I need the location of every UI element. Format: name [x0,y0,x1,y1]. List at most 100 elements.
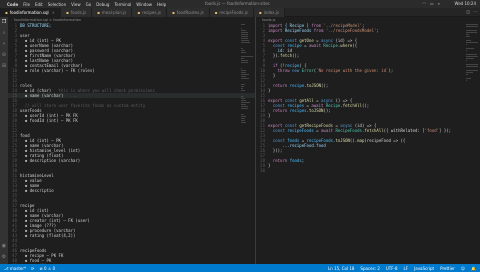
encoding[interactable]: UTF-8 [386,266,398,271]
tab-label: meal-plan.js [101,10,127,15]
wifi-icon[interactable]: ◠ [422,1,426,6]
editor-pane-left[interactable]: foodinformation.sql > foodinformation 1D… [8,17,256,264]
tab-recipes-js[interactable]: ▪ recipes.js [132,8,167,17]
code-token: } [268,113,271,118]
minimap[interactable] [241,23,255,263]
window-title: foods.js — foodinformation-sites [205,1,270,6]
code-token: await [321,128,336,133]
editor-pane-right[interactable]: foods.js 1 import { Recipe } from '../rec… [256,17,480,264]
minimap-line [466,34,469,35]
code-token: return [268,158,290,163]
minimap-line [241,108,248,109]
menu-go[interactable]: Go [86,2,92,7]
code-area[interactable]: 1 DB STRUCTURE; 2 3 user 4 ◆ id (int) — PK 5 ◆… [8,23,255,264]
code-token: where [340,43,353,48]
menu-selection[interactable]: Selection [48,2,66,7]
minimap-line [241,102,250,103]
code-token: RecipeFoods [284,28,312,33]
editor-tabbar: ▪ foodinformation.sql × ▪ foods.js ▪ mea… [0,8,480,17]
tab-meal-plan-js[interactable]: ▪ meal-plan.js [92,8,133,17]
code-token: return [268,108,290,113]
tab-foods-js[interactable]: ▪ foods.js [61,8,93,17]
activity-bar: ❐ ⌕ ⑂ ⊘ ⊞ ◉ ⚙ [0,17,8,264]
menu-terminal[interactable]: Terminal [114,2,131,7]
code-area[interactable]: 1 import { Recipe } from '../recipeModel'… [256,23,480,173]
menubar-clock[interactable]: Wed 10:24 [454,1,476,6]
line-ending[interactable]: LF [404,266,409,271]
code-token: } [268,88,271,93]
code-token: '../recipeFoodsModel' [325,28,377,33]
line-text: ◆ role (varchar) — FK (roles) [20,68,95,73]
git-branch[interactable]: ⎇ master* [4,266,26,271]
code-token: }). [268,53,281,58]
code-token: toJSON [308,108,324,113]
menu-help[interactable]: Help [157,2,166,7]
minimap-line [466,70,478,71]
js-file-icon: ▪ [258,10,262,15]
settings-icon[interactable]: ⚙ [2,255,6,260]
inline-comment: ... [63,93,78,98]
menu-debug[interactable]: Debug [96,2,109,7]
line-text: ◆ rating (float(4,2)) [20,233,76,238]
files-icon[interactable]: ❐ [2,20,6,25]
code-token: `No recipe with the given: id` [316,68,389,73]
more-actions-icon[interactable]: ⋯ [473,9,477,14]
problems-indicator[interactable]: ⊗ 0 ⚠ 0 [39,266,55,271]
minimap-line [241,116,247,117]
code-token: (); [323,108,331,113]
code-token: (); [361,103,370,108]
minimap-line [241,100,247,101]
code-line[interactable]: 30 [256,168,480,173]
code-token: } [268,163,271,168]
tab-recipefoods-js[interactable]: ▪ recipeFoods.js [209,8,254,17]
minimap-line [241,30,247,31]
tab-foodroutes-js[interactable]: ▪ foodRoutes.js [166,8,210,17]
tab-index-js[interactable]: ▪ index.js [253,8,286,17]
menu-view[interactable]: View [71,2,81,7]
search-icon[interactable]: ⌕ [3,31,6,36]
code-token: recipeFoods [287,128,314,133]
notifications-icon[interactable]: 🔔 [471,266,476,271]
minimap-line [241,40,249,41]
language-mode[interactable]: JavaScript [414,266,434,271]
source-control-icon[interactable]: ⑂ [2,42,5,47]
close-icon[interactable]: × [52,10,55,15]
feedback-icon[interactable]: ☺ [461,266,465,271]
battery-icon[interactable]: ▭ [430,1,434,6]
editor-actions: ◫ ⋯ [466,9,477,14]
split-editor-icon[interactable]: ◫ [466,9,470,14]
minimap[interactable] [466,23,480,263]
minimap-line [466,78,471,79]
minimap-line [241,90,246,91]
menu-window[interactable]: Window [136,2,152,7]
cursor-position[interactable]: Ln 15, Col 18 [328,266,354,271]
minimap-line [466,40,471,41]
menu-edit[interactable]: Edit [35,2,43,7]
minimap-line [241,56,253,57]
tab-label: recipeFoods.js [219,10,248,15]
account-icon[interactable]: ◉ [2,244,6,249]
menu-file[interactable]: File [23,2,30,7]
code-token: (); [292,53,300,58]
js-file-icon: ▪ [171,10,175,15]
code-token: fetchAll [342,103,362,108]
formatter[interactable]: Prettier [440,266,455,271]
search-icon[interactable]: ⌕ [438,1,440,6]
code-token: = [301,43,309,48]
file-icon: ▪ [5,10,8,15]
code-token: 'food' [424,128,440,133]
code-line[interactable]: 22 const recipeFoods = await RecipeFoods… [256,128,480,133]
minimap-line [466,42,478,43]
extensions-icon[interactable]: ⊞ [2,64,6,69]
debug-icon[interactable]: ⊘ [2,53,6,58]
code-token: ; [376,28,379,33]
sync-icon[interactable]: ⟳ [31,266,34,271]
menu-code[interactable]: Code [7,2,18,7]
indentation[interactable]: Spaces: 2 [360,266,379,271]
minimap-line [466,64,478,65]
code-token: foods [289,158,302,163]
line-number: 30 [260,168,265,173]
tab-foodinformation-sql[interactable]: ▪ foodinformation.sql × [0,8,62,17]
minimap-line [241,76,247,77]
minimap-line [466,36,470,37]
